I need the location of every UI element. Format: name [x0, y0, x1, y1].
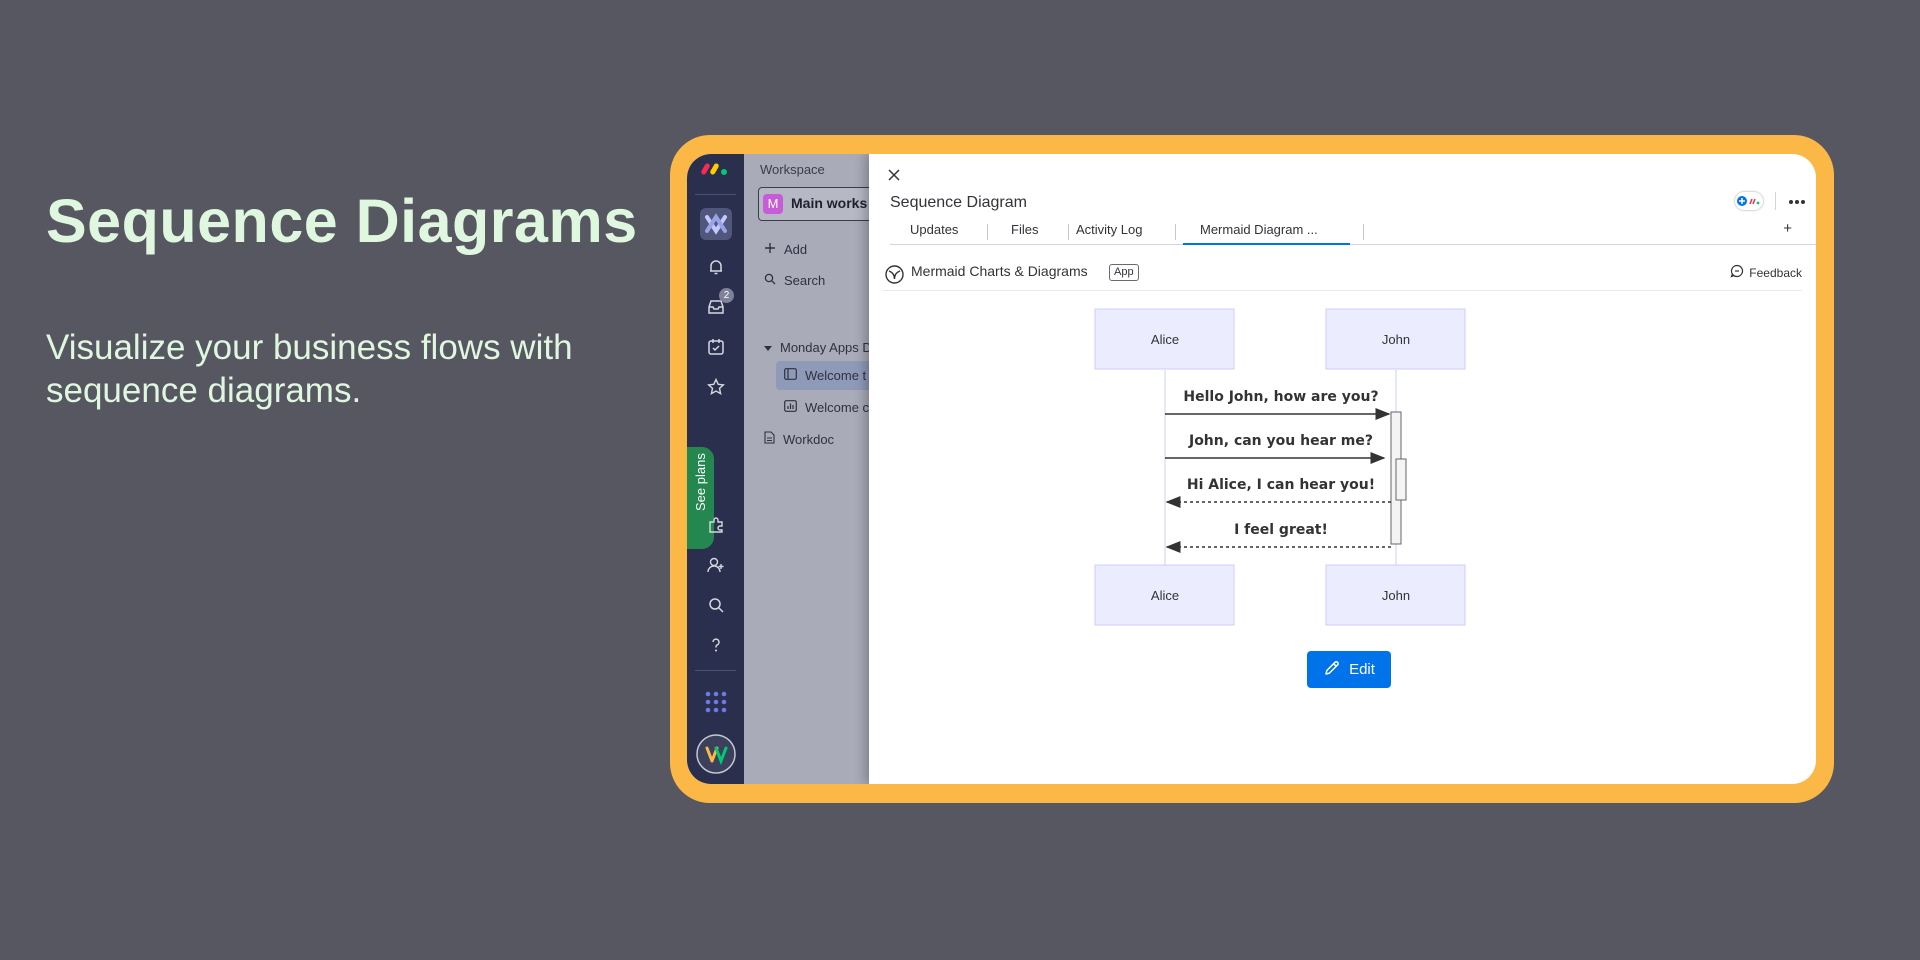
plus-icon	[764, 242, 776, 257]
workspace-name: Main works	[791, 195, 868, 211]
folder-label: Monday Apps D	[780, 340, 872, 355]
edit-label: Edit	[1349, 661, 1375, 678]
message-label: I feel great!	[1234, 522, 1328, 538]
see-plans-label: See plans	[693, 453, 708, 511]
participant-alice-top: Alice	[1094, 308, 1235, 370]
participant-label: Alice	[1151, 588, 1179, 603]
search-label: Search	[784, 273, 826, 288]
rail-divider	[695, 194, 736, 195]
workspace-label: Workspace	[760, 162, 825, 177]
participant-label: John	[1382, 332, 1410, 347]
sidebar-item-label: Welcome t	[805, 368, 867, 383]
workspace-logo-icon[interactable]	[687, 208, 744, 240]
calendar-check-icon[interactable]	[687, 338, 744, 356]
doc-icon	[764, 431, 775, 447]
sidebar-item-welcome-dashboard[interactable]: Welcome c	[784, 400, 869, 415]
item-detail-panel: Sequence Diagram Updates Files Activity …	[869, 154, 1816, 784]
puzzle-icon[interactable]	[687, 516, 744, 534]
add-person-icon[interactable]	[687, 556, 744, 574]
app-window: 2 See plans Workspace M Main works Add S…	[687, 154, 1816, 784]
star-icon[interactable]	[687, 378, 744, 396]
add-button[interactable]: Add	[764, 242, 807, 257]
board-icon	[784, 368, 797, 383]
inbox-icon[interactable]	[687, 298, 744, 316]
sidebar-item-label: Welcome c	[805, 400, 870, 415]
sidebar-item-label: Workdoc	[783, 431, 835, 447]
sidebar-item-workdoc[interactable]: Workdoc	[764, 431, 834, 447]
monday-logo-icon[interactable]	[687, 160, 744, 176]
message-label: Hi Alice, I can hear you!	[1187, 477, 1375, 493]
message-label: John, can you hear me?	[1188, 433, 1373, 449]
apps-grid-icon[interactable]	[687, 690, 744, 714]
caret-down-icon	[764, 340, 772, 355]
participant-john-bottom: John	[1325, 564, 1466, 626]
participant-label: Alice	[1151, 332, 1179, 347]
rail-divider	[695, 670, 736, 671]
inbox-badge: 2	[719, 288, 734, 303]
workspace-avatar: M	[763, 194, 783, 214]
participant-john-top: John	[1325, 308, 1466, 370]
pencil-icon	[1323, 659, 1341, 681]
bell-icon[interactable]	[687, 258, 744, 276]
edit-button[interactable]: Edit	[1307, 651, 1391, 688]
user-avatar-icon[interactable]	[687, 734, 744, 774]
hero-title: Sequence Diagrams	[46, 187, 638, 255]
workspace-selector[interactable]: M Main works	[758, 187, 880, 221]
search-icon	[764, 273, 776, 288]
participant-alice-bottom: Alice	[1094, 564, 1235, 626]
dashboard-icon	[784, 400, 797, 415]
folder-item[interactable]: Monday Apps D	[764, 340, 872, 355]
add-label: Add	[784, 242, 808, 257]
message-label: Hello John, how are you?	[1183, 389, 1378, 405]
search-button[interactable]: Search	[764, 273, 825, 288]
activation-box	[1395, 458, 1407, 501]
workspace-panel: Workspace M Main works Add Search Monday…	[744, 154, 896, 784]
hero-subtitle: Visualize your business flows with seque…	[46, 328, 573, 410]
left-rail: 2 See plans	[687, 154, 744, 784]
sequence-diagram: Alice John Hello John, how are you? John…	[1094, 308, 1466, 626]
help-icon[interactable]	[687, 636, 744, 654]
participant-label: John	[1382, 588, 1410, 603]
search-icon[interactable]	[687, 596, 744, 614]
